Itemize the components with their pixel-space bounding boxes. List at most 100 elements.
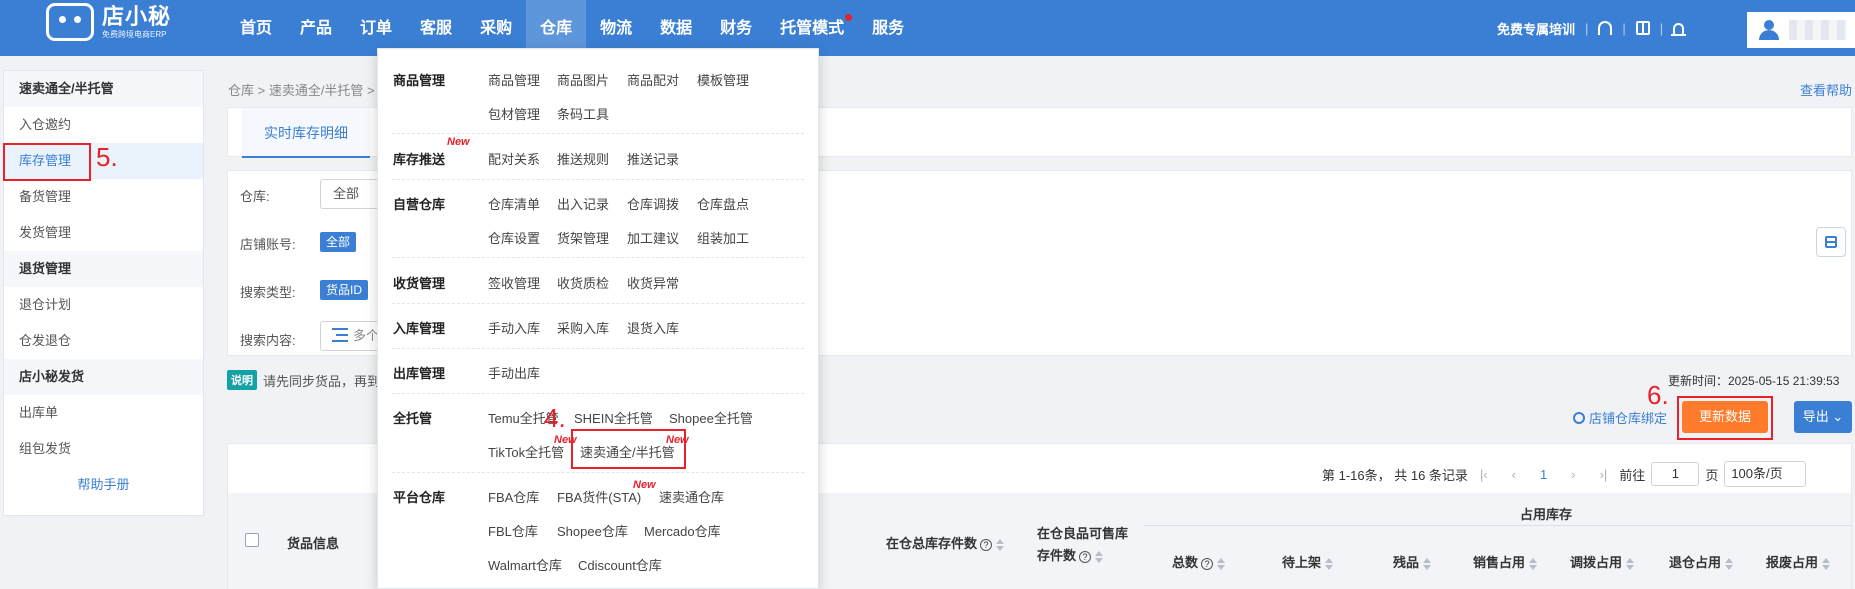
book-icon[interactable] (1635, 21, 1650, 35)
sidebar-item-stocking[interactable]: 备货管理 (4, 179, 203, 215)
col-defective[interactable]: 残品 (1393, 552, 1432, 571)
logo[interactable]: 店小秘 免费跨境电商ERP (46, 3, 171, 41)
menu-link-goods-images[interactable]: 商品图片 (557, 70, 609, 89)
menu-link-manual-outbound[interactable]: 手动出库 (488, 363, 540, 382)
menu-link-walmart-warehouse[interactable]: Walmart仓库 (488, 555, 562, 574)
col-sellable[interactable]: 存件数? (1037, 545, 1104, 564)
menu-link-pair-relation[interactable]: 配对关系 (488, 149, 540, 168)
sort-icon[interactable] (996, 538, 1005, 551)
help-icon[interactable]: ? (980, 539, 993, 551)
menu-divider (392, 303, 804, 304)
menu-link-cdiscount-warehouse[interactable]: Cdiscount仓库 (578, 555, 662, 574)
menu-link-processing-advice[interactable]: 加工建议 (627, 228, 679, 247)
col-total-stock[interactable]: 在仓总库存件数? (886, 533, 1005, 552)
col-return-occupied[interactable]: 退仓占用 (1669, 552, 1734, 571)
menu-link-push-records[interactable]: 推送记录 (627, 149, 679, 168)
sort-icon[interactable] (1217, 557, 1226, 570)
nav-managed-label: 托管模式 (780, 20, 845, 37)
next-page-icon[interactable]: › (1571, 467, 1575, 482)
sidebar-group-title: 退货管理 (4, 251, 203, 287)
prev-page-icon[interactable]: ‹ (1512, 467, 1516, 482)
menu-link-goods-pairing[interactable]: 商品配对 (627, 70, 679, 89)
menu-link-warehouse-transfer[interactable]: 仓库调拨 (627, 194, 679, 213)
menu-link-shelf-mgmt[interactable]: 货架管理 (557, 228, 609, 247)
menu-link-goods-mgmt[interactable]: 商品管理 (488, 70, 540, 89)
menu-link-fba-shipment[interactable]: FBA货件(STA) (557, 487, 641, 506)
menu-link-purchase-inbound[interactable]: 采购入库 (557, 318, 609, 337)
menu-link-barcode-tool[interactable]: 条码工具 (557, 104, 609, 123)
col-pending-shelf[interactable]: 待上架 (1282, 552, 1334, 571)
menu-link-warehouse-settings[interactable]: 仓库设置 (488, 228, 540, 247)
sort-icon[interactable] (1325, 557, 1334, 570)
menu-link-shopee-warehouse[interactable]: Shopee仓库 (557, 521, 628, 540)
warehouse-dropdown-menu: 商品管理 商品管理 商品图片 商品配对 模板管理 包材管理 条码工具 库存推送 … (377, 48, 819, 589)
col-sales-occupied[interactable]: 销售占用 (1473, 552, 1538, 571)
annotation-box-step6 (1677, 396, 1773, 440)
sort-icon[interactable] (1529, 557, 1538, 570)
menu-link-sign-mgmt[interactable]: 签收管理 (488, 273, 540, 292)
menu-link-push-rules[interactable]: 推送规则 (557, 149, 609, 168)
nav-services[interactable]: 服务 (858, 0, 918, 56)
sort-icon[interactable] (1822, 557, 1831, 570)
menu-link-return-inbound[interactable]: 退货入库 (627, 318, 679, 337)
menu-link-aliexpress-warehouse[interactable]: 速卖通仓库 (659, 487, 724, 506)
layout-toggle-button[interactable] (1816, 227, 1846, 257)
sidebar-item-outbound-order[interactable]: 出库单 (4, 395, 203, 431)
menu-link-assembly[interactable]: 组装加工 (697, 228, 749, 247)
nav-products[interactable]: 产品 (286, 0, 346, 56)
col-occupied-total[interactable]: 总数? (1172, 552, 1226, 571)
sidebar-item-inbound-invite[interactable]: 入仓邀约 (4, 107, 203, 143)
col-sellable-2: 存件数 (1037, 548, 1077, 563)
menu-link-receiving-qc[interactable]: 收货质检 (557, 273, 609, 292)
menu-cat-full-managed: 全托管 (393, 411, 433, 426)
menu-link-manual-inbound[interactable]: 手动入库 (488, 318, 540, 337)
bell-icon[interactable] (1671, 22, 1687, 36)
help-icon[interactable]: ? (1201, 558, 1214, 570)
col-transfer-occupied[interactable]: 调拨占用 (1570, 552, 1635, 571)
menu-link-warehouse-stocktake[interactable]: 仓库盘点 (697, 194, 749, 213)
menu-link-io-records[interactable]: 出入记录 (557, 194, 609, 213)
sort-icon[interactable] (1095, 550, 1104, 563)
menu-cat-platform-warehouse: 平台仓库 (393, 490, 446, 505)
search-mode-select[interactable]: 多个 (320, 321, 380, 351)
menu-link-warehouse-list[interactable]: 仓库清单 (488, 194, 540, 213)
sort-icon[interactable] (1725, 557, 1734, 570)
menu-link-shein-managed[interactable]: SHEIN全托管 (574, 408, 653, 427)
menu-cat-outbound: 出库管理 (393, 366, 446, 381)
menu-link-mercado-warehouse[interactable]: Mercado仓库 (644, 521, 721, 540)
select-all-checkbox[interactable] (245, 533, 259, 547)
page-size-select[interactable]: 100条/页 (1724, 461, 1807, 487)
headset-icon[interactable] (1598, 21, 1613, 35)
menu-link-fbl-warehouse[interactable]: FBL仓库 (488, 521, 538, 540)
shop-tag-all[interactable]: 全部 (320, 232, 357, 252)
annotation-step6: 6. (1647, 380, 1669, 410)
menu-link-packaging[interactable]: 包材管理 (488, 104, 540, 123)
free-training-link[interactable]: 免费专属培训 (1497, 19, 1575, 38)
breadcrumb[interactable]: 仓库 > 速卖通全/半托管 > (228, 80, 375, 99)
menu-link-template-mgmt[interactable]: 模板管理 (697, 70, 749, 89)
menu-link-fba-warehouse[interactable]: FBA仓库 (488, 487, 539, 506)
sidebar-item-return-plan[interactable]: 退仓计划 (4, 287, 203, 323)
sort-icon[interactable] (1423, 557, 1432, 570)
search-type-tag[interactable]: 货品ID (320, 280, 369, 300)
nav-home[interactable]: 首页 (226, 0, 286, 56)
page-input[interactable]: 1 (1651, 462, 1700, 486)
menu-link-receiving-exception[interactable]: 收货异常 (627, 273, 679, 292)
first-page-icon[interactable]: |‹ (1480, 467, 1488, 482)
menu-divider (392, 393, 804, 394)
menu-link-tiktok-managed[interactable]: TikTok全托管 (488, 442, 564, 461)
help-icon[interactable]: ? (1079, 551, 1092, 563)
sidebar-item-warehouse-return[interactable]: 仓发退仓 (4, 323, 203, 359)
sidebar-item-package-ship[interactable]: 组包发货 (4, 431, 203, 467)
page-number[interactable]: 1 (1540, 467, 1547, 482)
view-help-link[interactable]: 查看帮助 (1800, 80, 1852, 99)
col-scrap-occupied[interactable]: 报废占用 (1766, 552, 1831, 571)
menu-link-shopee-managed[interactable]: Shopee全托管 (669, 408, 753, 427)
last-page-icon[interactable]: ›| (1600, 467, 1608, 482)
sidebar-item-shipping[interactable]: 发货管理 (4, 215, 203, 251)
user-menu[interactable] (1747, 12, 1855, 48)
sort-icon[interactable] (1626, 557, 1635, 570)
tab-realtime-inventory[interactable]: 实时库存明细 (242, 108, 370, 158)
export-button[interactable]: 导出 ⌄ (1794, 401, 1852, 433)
help-manual-link[interactable]: 帮助手册 (4, 467, 203, 503)
